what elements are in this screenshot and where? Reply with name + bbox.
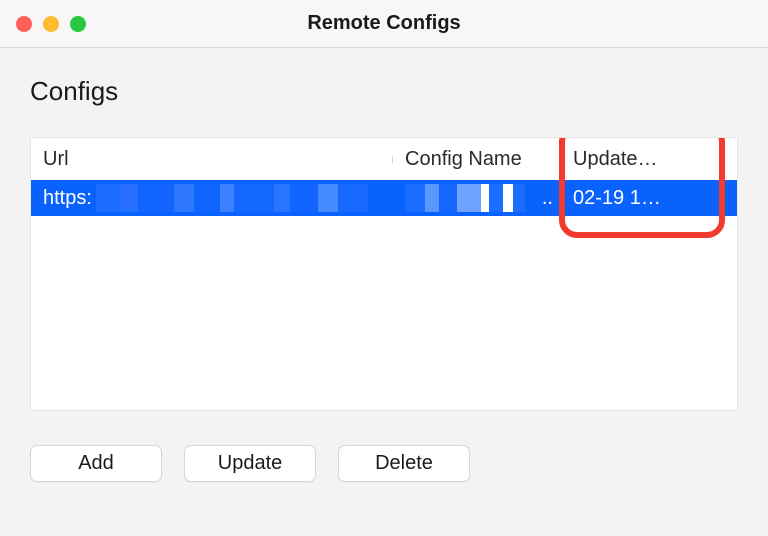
url-prefix-text: https: <box>43 187 92 210</box>
delete-button[interactable]: Delete <box>338 445 470 482</box>
update-button[interactable]: Update <box>184 445 316 482</box>
cell-config-name-ellipsis: .. <box>542 187 553 210</box>
add-button[interactable]: Add <box>30 445 162 482</box>
window-title: Remote Configs <box>16 12 752 35</box>
cell-url: https: <box>31 184 393 212</box>
traffic-lights <box>16 16 86 32</box>
column-header-config-name[interactable]: Config Name <box>393 148 561 171</box>
table-header-row: Url Config Name Update… <box>31 138 737 180</box>
cell-update: 02-19 1… <box>561 187 731 210</box>
content-area: Configs Url Config Name Update… https: <box>0 48 768 482</box>
close-window-icon[interactable] <box>16 16 32 32</box>
section-header: Configs <box>30 76 738 107</box>
table-row[interactable]: https: <box>31 180 737 216</box>
redacted-config-name-icon <box>405 184 549 212</box>
column-header-update[interactable]: Update… <box>561 148 731 171</box>
buttons-row: Add Update Delete <box>30 445 738 482</box>
column-header-url[interactable]: Url <box>31 148 393 171</box>
window-titlebar: Remote Configs <box>0 0 768 48</box>
cell-config-name: .. <box>393 184 561 212</box>
maximize-window-icon[interactable] <box>70 16 86 32</box>
redacted-url-icon <box>96 184 381 212</box>
configs-table: Url Config Name Update… https: <box>30 137 738 411</box>
minimize-window-icon[interactable] <box>43 16 59 32</box>
table-body: https: <box>31 180 737 216</box>
